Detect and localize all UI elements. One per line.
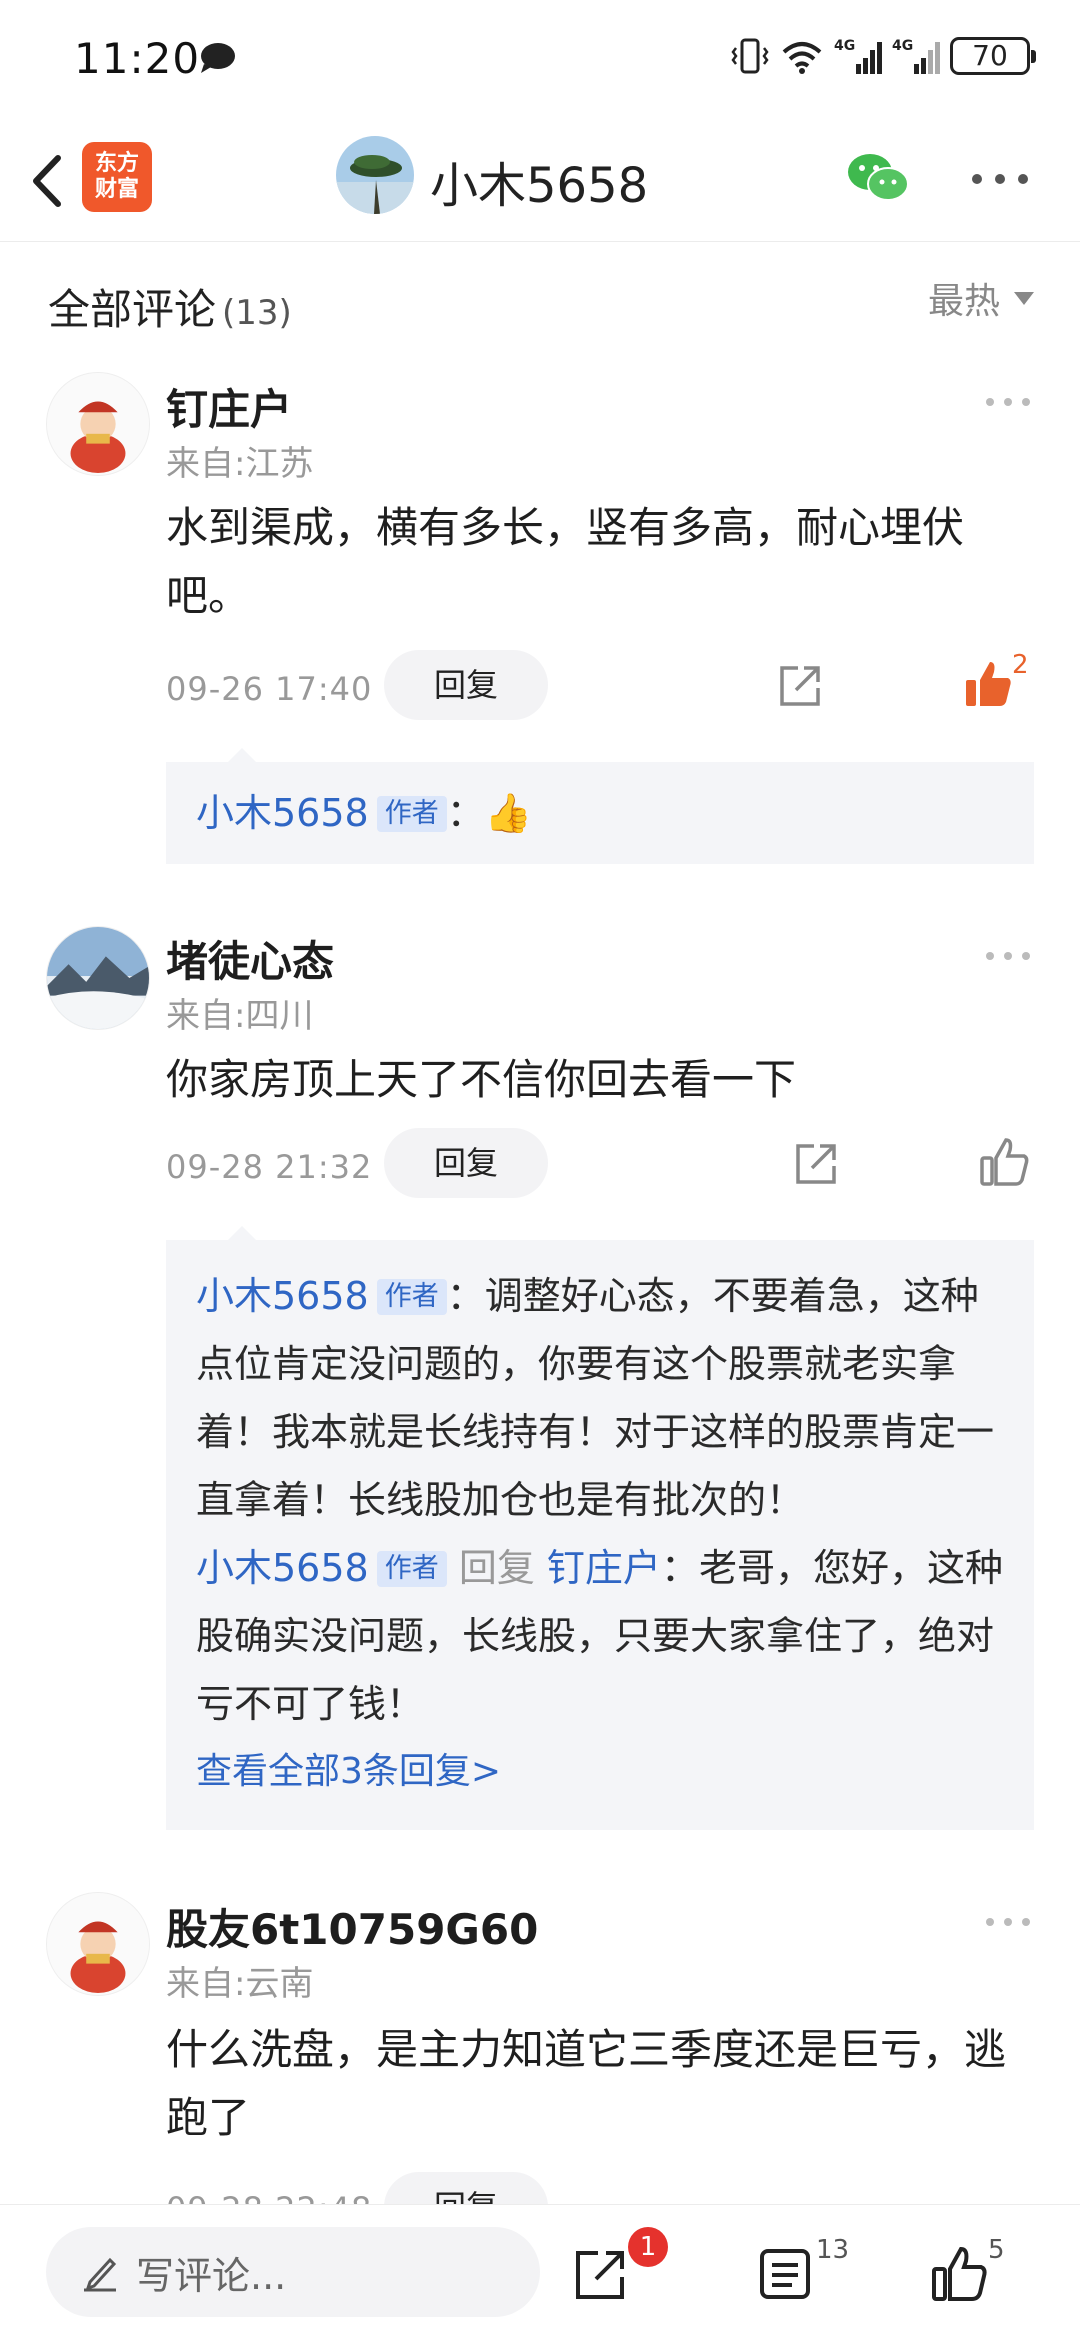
reply-button[interactable]: 回复: [384, 1128, 548, 1198]
liked-thumb-icon[interactable]: [962, 658, 1014, 710]
commenter-location: 来自:四川: [166, 996, 314, 1036]
bottom-action-bar: 写评论... 1 13 5: [0, 2204, 1080, 2340]
reply-target-user[interactable]: 钉庄户: [547, 1546, 661, 1590]
share-badge: 1: [628, 2227, 668, 2267]
commenter-name[interactable]: 钉庄户: [166, 376, 292, 437]
svg-text:4G: 4G: [834, 38, 855, 54]
commenter-location: 来自:江苏: [166, 444, 314, 484]
comment-text: 你家房顶上天了不信你回去看一下: [166, 1055, 797, 1104]
status-bar: 11:20 4G 4G 70: [0, 0, 1080, 120]
share-icon[interactable]: [776, 662, 824, 710]
write-comment-input[interactable]: 写评论...: [46, 2227, 540, 2317]
comment-more-icon[interactable]: [984, 1916, 1032, 1928]
signal-4g-icon: 4G: [834, 38, 882, 74]
comment-text: 什么洗盘，是主力知道它三季度还是巨亏，逃跑了: [166, 2025, 1007, 2142]
reply-thread: 小木5658 作者 ：调整好心态，不要着急，这种点位肯定没问题的，你要有这个股票就老…: [166, 1226, 1034, 1830]
commenter-location: 来自:云南: [166, 1964, 314, 2004]
commenter-name[interactable]: 堵徒心态: [166, 928, 334, 989]
author-tag: 作者: [376, 1279, 447, 1315]
comment-count: (13): [222, 293, 292, 333]
user-avatar[interactable]: [46, 926, 150, 1030]
share-icon[interactable]: [572, 2245, 630, 2303]
author-name[interactable]: 小木5658: [430, 146, 648, 216]
user-avatar[interactable]: [46, 372, 150, 476]
caret-down-icon: [1014, 291, 1034, 305]
comment-page: 11:20 4G 4G 70 东方 财富 小木5658 全部评论 (13) 最热…: [0, 0, 1080, 2340]
reply-button[interactable]: 回复: [384, 650, 548, 720]
view-all-replies-link[interactable]: 查看全部3条回复>: [196, 1738, 1014, 1806]
message-notification-icon: [201, 43, 235, 73]
app-logo[interactable]: 东方 财富: [82, 142, 152, 212]
reply-user[interactable]: 小木5658: [196, 1274, 369, 1318]
svg-text:4G: 4G: [892, 38, 913, 54]
thumb-up-icon[interactable]: [978, 1136, 1030, 1188]
comment-total-count: 13: [816, 2235, 850, 2265]
reply-word: 回复: [458, 1546, 535, 1590]
reply-item: 小木5658 作者 ：调整好心态，不要着急，这种点位肯定没问题的，你要有这个股票就老…: [196, 1262, 1014, 1534]
comment-more-icon[interactable]: [984, 950, 1032, 962]
sort-dropdown[interactable]: 最热: [928, 272, 1034, 324]
comment-list-icon[interactable]: [756, 2245, 814, 2303]
user-avatar[interactable]: [46, 1892, 150, 1996]
thumb-up-icon[interactable]: [930, 2245, 988, 2303]
comment-placeholder: 写评论...: [136, 2253, 287, 2298]
like-count: 2: [1012, 650, 1029, 680]
like-total-count: 5: [988, 2235, 1005, 2265]
reply-item: 小木5658 作者 ：👍: [196, 784, 1014, 842]
more-options-icon[interactable]: [970, 172, 1030, 186]
commenter-name[interactable]: 股友6t10759G60: [166, 1896, 538, 1957]
comment-more-icon[interactable]: [984, 396, 1032, 408]
battery-indicator: 70: [950, 37, 1036, 75]
signal-4g-icon-2: 4G: [892, 38, 940, 74]
wifi-icon: [782, 42, 822, 74]
reply-item: 小木5658 作者 回复 钉庄户：老哥，您好，这种股确实没问题，长线股，只要大家拿…: [196, 1534, 1014, 1738]
reply-thread: 小木5658 作者 ：👍: [166, 748, 1034, 864]
wechat-share-icon[interactable]: [846, 150, 910, 206]
share-icon[interactable]: [792, 1140, 840, 1188]
reply-user[interactable]: 小木5658: [196, 791, 369, 835]
comment-text: 水到渠成，横有多长，竖有多高，耐心埋伏吧。: [166, 503, 965, 620]
author-tag: 作者: [376, 1551, 447, 1587]
author-tag: 作者: [376, 796, 447, 832]
section-title: 全部评论 (13): [48, 285, 292, 334]
reply-text: ：👍: [446, 791, 533, 835]
reply-user[interactable]: 小木5658: [196, 1546, 369, 1590]
back-button[interactable]: [18, 146, 78, 216]
author-avatar[interactable]: [336, 136, 414, 214]
status-icons: 4G 4G 70: [730, 36, 1036, 76]
comment-time: 09-28 21:32: [166, 1148, 373, 1186]
vibrate-icon: [731, 38, 769, 74]
pencil-icon: [84, 2257, 117, 2292]
top-navigation: 东方 财富 小木5658: [0, 120, 1080, 242]
comment-time: 09-26 17:40: [166, 670, 373, 708]
clock: 11:20: [74, 34, 201, 83]
